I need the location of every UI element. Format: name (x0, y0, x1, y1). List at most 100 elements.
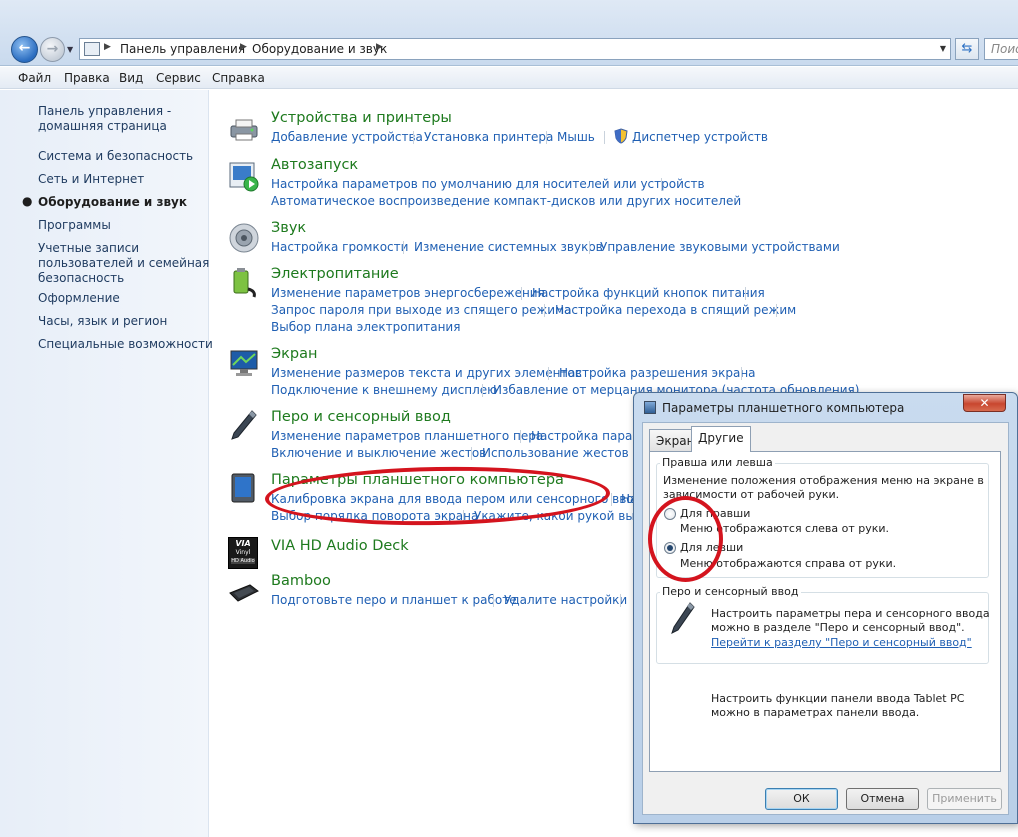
tabletpc-desc-2: можно в параметрах панели ввода. (711, 706, 920, 719)
nav-accessibility[interactable]: Специальные возможности (38, 337, 213, 352)
history-dropdown-icon[interactable]: ▼ (67, 45, 73, 54)
link-bamboo-setup[interactable]: Подготовьте перо и планшет к работе (271, 593, 517, 607)
menu-help[interactable]: Справка (212, 71, 265, 85)
forward-button[interactable]: → (40, 37, 65, 62)
link-wake-password[interactable]: Запрос пароля при выходе из спящего режи… (271, 303, 572, 317)
nav-clock-region[interactable]: Часы, язык и регион (38, 314, 167, 329)
nav-programs[interactable]: Программы (38, 218, 111, 233)
menu-edit[interactable]: Правка (64, 71, 110, 85)
link-external-display[interactable]: Подключение к внешнему дисплею (271, 383, 497, 397)
link-text-size[interactable]: Изменение размеров текста и других элеме… (271, 366, 582, 380)
dialog-app-icon (644, 401, 656, 414)
link-separator (493, 594, 494, 607)
category-title-pen[interactable]: Перо и сенсорный ввод (271, 409, 451, 425)
chevron-right-icon[interactable]: ▶ (240, 42, 247, 52)
via-hd-audio-text: HD Audio (231, 558, 255, 564)
handedness-desc-1: Изменение положения отображения меню на … (663, 474, 984, 487)
category-title-via[interactable]: VIA HD Audio Deck (271, 538, 409, 554)
link-gestures-toggle[interactable]: Включение и выключение жестов (271, 446, 486, 460)
link-separator (661, 178, 662, 191)
pen-touch-group-label: Перо и сенсорный ввод (660, 585, 801, 598)
nav-home[interactable]: Панель управления - домашняя страница (38, 104, 171, 134)
link-separator (589, 241, 590, 254)
menu-file[interactable]: Файл (18, 71, 51, 85)
nav-accounts-line2: пользователей и семейная (38, 256, 210, 270)
cancel-button[interactable]: Отмена (846, 788, 919, 810)
close-icon: ✕ (979, 396, 990, 410)
link-add-device[interactable]: Добавление устройства (271, 130, 423, 144)
nav-home-line1: Панель управления - (38, 104, 172, 118)
link-volume[interactable]: Настройка громкости (271, 240, 408, 254)
link-separator (413, 131, 414, 144)
category-title-devices[interactable]: Устройства и принтеры (271, 110, 452, 126)
nav-home-line2: домашняя страница (38, 119, 167, 133)
breadcrumb-hardware-sound[interactable]: Оборудование и звук (252, 42, 387, 56)
link-separator (776, 304, 777, 317)
link-install-printer[interactable]: Установка принтера (424, 130, 553, 144)
link-gestures-use[interactable]: Использование жестов для (482, 446, 656, 460)
autoplay-icon[interactable] (228, 160, 260, 192)
pen-icon[interactable] (228, 409, 260, 441)
link-audio-devices[interactable]: Управление звуковыми устройствами (600, 240, 840, 254)
back-button[interactable]: ← (11, 36, 38, 63)
link-system-sounds[interactable]: Изменение системных звуков (414, 240, 603, 254)
chevron-right-icon[interactable]: ▶ (104, 42, 111, 52)
category-title-display[interactable]: Экран (271, 346, 317, 362)
speaker-icon[interactable] (228, 222, 260, 254)
monitor-icon[interactable] (228, 347, 260, 379)
category-title-sound[interactable]: Звук (271, 220, 306, 236)
menu-tools[interactable]: Сервис (156, 71, 201, 85)
link-power-settings[interactable]: Изменение параметров энергосбережения (271, 286, 545, 300)
link-mouse[interactable]: Мышь (557, 130, 595, 144)
link-separator (482, 384, 483, 397)
breadcrumb[interactable]: ▶ Панель управления ▶ Оборудование и зву… (79, 38, 951, 60)
nav-user-accounts[interactable]: Учетные записи пользователей и семейная … (38, 241, 209, 286)
dialog-title: Параметры планшетного компьютера (662, 401, 905, 415)
pen-desc-2: можно в разделе "Перо и сенсорный ввод". (711, 621, 965, 634)
link-power-plan[interactable]: Выбор плана электропитания (271, 320, 460, 334)
link-power-buttons[interactable]: Настройка функций кнопок питания (532, 286, 765, 300)
category-title-bamboo[interactable]: Bamboo (271, 573, 331, 589)
link-separator (741, 367, 742, 380)
link-device-manager[interactable]: Диспетчер устройств (632, 130, 768, 144)
nav-hardware-sound[interactable]: Оборудование и звук (38, 195, 187, 210)
link-autoplay-cd[interactable]: Автоматическое воспроизведение компакт-д… (271, 194, 741, 208)
refresh-button[interactable]: ⇆ (955, 38, 979, 60)
link-bamboo-reset[interactable]: Удалите настройки (504, 593, 627, 607)
nav-appearance[interactable]: Оформление (38, 291, 120, 306)
category-title-autoplay[interactable]: Автозапуск (271, 157, 358, 173)
refresh-icon: ⇆ (961, 41, 973, 56)
tab-other[interactable]: Другие (691, 426, 751, 452)
ok-button[interactable]: ОК (765, 788, 838, 810)
printer-icon[interactable] (228, 112, 260, 144)
link-go-to-pen-settings[interactable]: Перейти к разделу "Перо и сенсорный ввод… (711, 636, 972, 649)
tab-panel-other: Правша или левша Изменение положения ото… (649, 451, 1001, 772)
via-audio-icon[interactable]: VIA Vinyl HD Audio (228, 537, 258, 569)
menu-view[interactable]: Вид (119, 71, 143, 85)
chevron-right-icon[interactable]: ▶ (376, 42, 383, 52)
nav-network-internet[interactable]: Сеть и Интернет (38, 172, 144, 187)
power-plug-icon[interactable] (228, 267, 260, 299)
link-separator (471, 447, 472, 460)
control-panel-icon (84, 42, 100, 56)
search-input[interactable]: Поис (984, 38, 1018, 60)
link-separator (620, 594, 621, 607)
nav-system-security[interactable]: Система и безопасность (38, 149, 193, 164)
via-logo-text: VIA (235, 539, 251, 548)
link-pen-settings[interactable]: Изменение параметров планшетного пера (271, 429, 543, 443)
link-resolution[interactable]: Настройка разрешения экрана (559, 366, 756, 380)
link-pen-config[interactable]: Настройка параме (531, 429, 649, 443)
address-dropdown-icon[interactable]: ▼ (940, 44, 946, 53)
apply-button[interactable]: Применить (927, 788, 1002, 810)
dialog-body: Экран Другие Правша или левша Изменение … (642, 422, 1009, 815)
tablet-icon[interactable] (228, 472, 260, 504)
link-sleep-settings[interactable]: Настройка перехода в спящий режим (555, 303, 796, 317)
breadcrumb-control-panel[interactable]: Панель управления (120, 42, 245, 56)
category-title-power[interactable]: Электропитание (271, 266, 399, 282)
bamboo-tablet-icon[interactable] (228, 575, 260, 607)
close-button[interactable]: ✕ (963, 394, 1006, 412)
link-autoplay-defaults[interactable]: Настройка параметров по умолчанию для но… (271, 177, 705, 191)
link-separator (745, 287, 746, 300)
via-vinyl-text: Vinyl (235, 549, 251, 556)
pen-desc-1: Настроить параметры пера и сенсорного вв… (711, 607, 990, 620)
